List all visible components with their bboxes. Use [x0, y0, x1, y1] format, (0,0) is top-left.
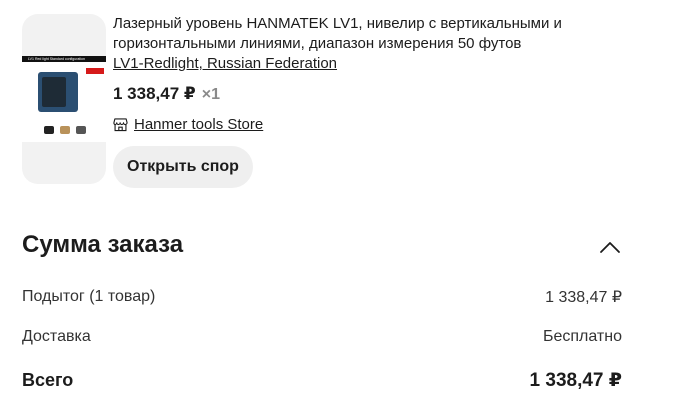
order-summary-header[interactable]: Сумма заказа [22, 225, 622, 269]
price-row: 1 338,47 ₽ ×1 [113, 84, 661, 106]
total-label: Всего [22, 370, 74, 390]
product-thumbnail[interactable]: LV1 Red light Standard configuration [22, 14, 106, 184]
store-name-link[interactable]: Hanmer tools Store [134, 116, 263, 133]
product-variant-link[interactable]: LV1-Redlight, Russian Federation [113, 54, 337, 74]
laser-level-front [42, 77, 66, 107]
accessory-tan [60, 126, 70, 134]
delivery-label: Доставка [22, 328, 91, 345]
order-summary: Сумма заказа Подытог (1 товар) 1 338,47 … [22, 225, 622, 391]
thumbnail-caption-bar: LV1 Red light Standard configuration [22, 56, 106, 62]
thumbnail-tag [86, 68, 104, 74]
open-dispute-button[interactable]: Открыть спор [113, 146, 253, 188]
delivery-value: Бесплатно [542, 328, 622, 345]
store-icon [113, 117, 128, 131]
accessory-black [44, 126, 54, 134]
thumbnail-caption: LV1 Red light Standard configuration [28, 57, 85, 61]
subtotal-value: 1 338,47 ₽ [545, 289, 622, 306]
item-quantity: ×1 [201, 86, 220, 103]
product-image: LV1 Red light Standard configuration [22, 56, 106, 142]
delivery-row: Доставка Бесплатно [22, 328, 622, 346]
item-price: 1 338,47 ₽ [113, 84, 196, 103]
subtotal-row: Подытог (1 товар) 1 338,47 ₽ [22, 287, 622, 307]
total-row: Всего 1 338,47 ₽ [22, 369, 622, 392]
total-value: 1 338,47 ₽ [529, 370, 622, 391]
order-item: LV1 Red light Standard configuration Лаз… [22, 14, 662, 188]
order-summary-title: Сумма заказа [22, 231, 184, 258]
chevron-up-icon[interactable] [598, 237, 622, 257]
store-row[interactable]: Hanmer tools Store [113, 114, 661, 134]
product-title[interactable]: Лазерный уровень HANMATEK LV1, нивелир с… [113, 14, 661, 54]
accessory-gray [76, 126, 86, 134]
subtotal-label: Подытог (1 товар) [22, 288, 156, 305]
item-info: Лазерный уровень HANMATEK LV1, нивелир с… [113, 14, 661, 188]
